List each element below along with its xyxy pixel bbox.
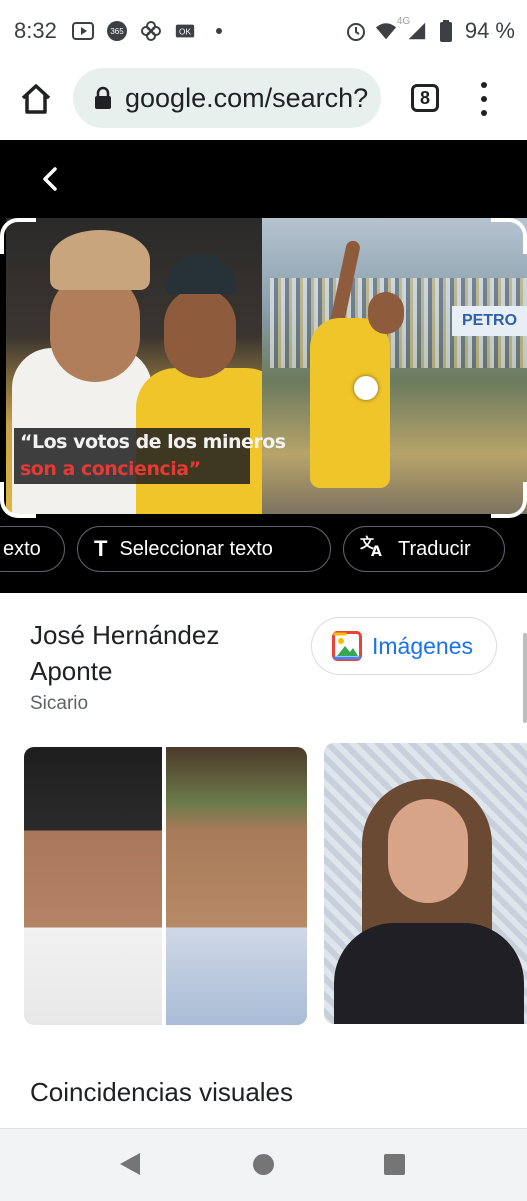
images-button-label: Imágenes — [372, 632, 474, 659]
crop-handle-bottom-left[interactable] — [0, 482, 36, 518]
searched-image[interactable]: PETRO “Los votos de los mineros son a co… — [0, 218, 527, 514]
status-bar: 8:32 365 OK 4G 94 % — [0, 0, 527, 64]
partial-chip[interactable]: exto — [0, 526, 65, 572]
nav-recents-icon[interactable] — [384, 1154, 405, 1175]
tab-count: 8 — [419, 87, 430, 108]
image-result-thumbnail[interactable] — [324, 743, 527, 1024]
person-yellow-shirt — [310, 318, 390, 488]
action-chips: exto T Seleccionar texto 文A Traducir — [0, 526, 527, 576]
banner-sign: PETRO — [452, 306, 527, 336]
crop-handle-bottom-right[interactable] — [491, 482, 527, 518]
url-text: google.com/search? — [125, 82, 369, 113]
svg-text:365: 365 — [110, 27, 124, 36]
overflow-menu-icon[interactable] — [478, 82, 490, 116]
tab-switcher-button[interactable]: 8 — [411, 84, 439, 112]
focus-point-dot[interactable] — [354, 376, 378, 400]
url-bar[interactable]: google.com/search? — [73, 68, 381, 128]
select-text-chip[interactable]: T Seleccionar texto — [77, 526, 331, 572]
svg-text:OK: OK — [179, 28, 191, 37]
notification-icons: 365 OK — [72, 20, 230, 42]
text-icon: T — [94, 536, 108, 561]
images-button[interactable]: Imágenes — [311, 617, 497, 675]
crop-handle-top-right[interactable] — [491, 218, 527, 254]
system-nav-bar — [0, 1128, 527, 1201]
cell-signal-icon: 4G — [397, 16, 427, 42]
back-arrow-icon[interactable] — [36, 164, 66, 194]
results-panel: José Hernández Aponte Sicario Imágenes C… — [0, 593, 527, 1133]
image-caption-line1: “Los votos de los mineros — [20, 431, 286, 453]
image-result-thumbnail[interactable] — [24, 747, 307, 1025]
scroll-indicator — [523, 633, 527, 723]
select-text-label: Seleccionar texto — [119, 537, 273, 560]
youtube-icon — [72, 20, 94, 42]
translate-icon: 文A — [360, 534, 386, 564]
system-status: 4G 94 % — [345, 16, 515, 44]
alarm-icon — [345, 20, 367, 42]
image-gallery-icon — [332, 631, 362, 661]
battery-icon — [435, 20, 457, 42]
status-time: 8:32 — [14, 18, 57, 43]
visual-matches-heading: Coincidencias visuales — [30, 1077, 294, 1107]
lens-image-viewer: PETRO “Los votos de los mineros son a co… — [0, 140, 527, 593]
battery-percentage: 94 % — [464, 18, 515, 43]
result-title[interactable]: José Hernández Aponte — [30, 617, 290, 689]
nav-back-icon[interactable] — [120, 1153, 140, 1175]
more-notifications-dot-icon — [208, 20, 230, 42]
partial-chip-label: exto — [3, 537, 41, 560]
translate-chip[interactable]: 文A Traducir — [343, 526, 505, 572]
lock-icon — [93, 86, 113, 110]
pinwheel-icon — [140, 20, 162, 42]
image-caption-line2: son a conciencia” — [20, 458, 201, 480]
ok-icon: OK — [174, 20, 196, 42]
svg-text:A: A — [371, 544, 382, 558]
home-icon[interactable] — [18, 81, 54, 117]
nav-home-icon[interactable] — [253, 1154, 274, 1175]
result-subtitle: Sicario — [30, 693, 89, 714]
network-type: 4G — [396, 16, 411, 27]
crop-handle-top-left[interactable] — [0, 218, 36, 254]
browser-toolbar: google.com/search? 8 — [0, 64, 527, 140]
app-365-icon: 365 — [106, 20, 128, 42]
translate-label: Traducir — [398, 537, 471, 560]
wifi-icon — [375, 20, 397, 42]
